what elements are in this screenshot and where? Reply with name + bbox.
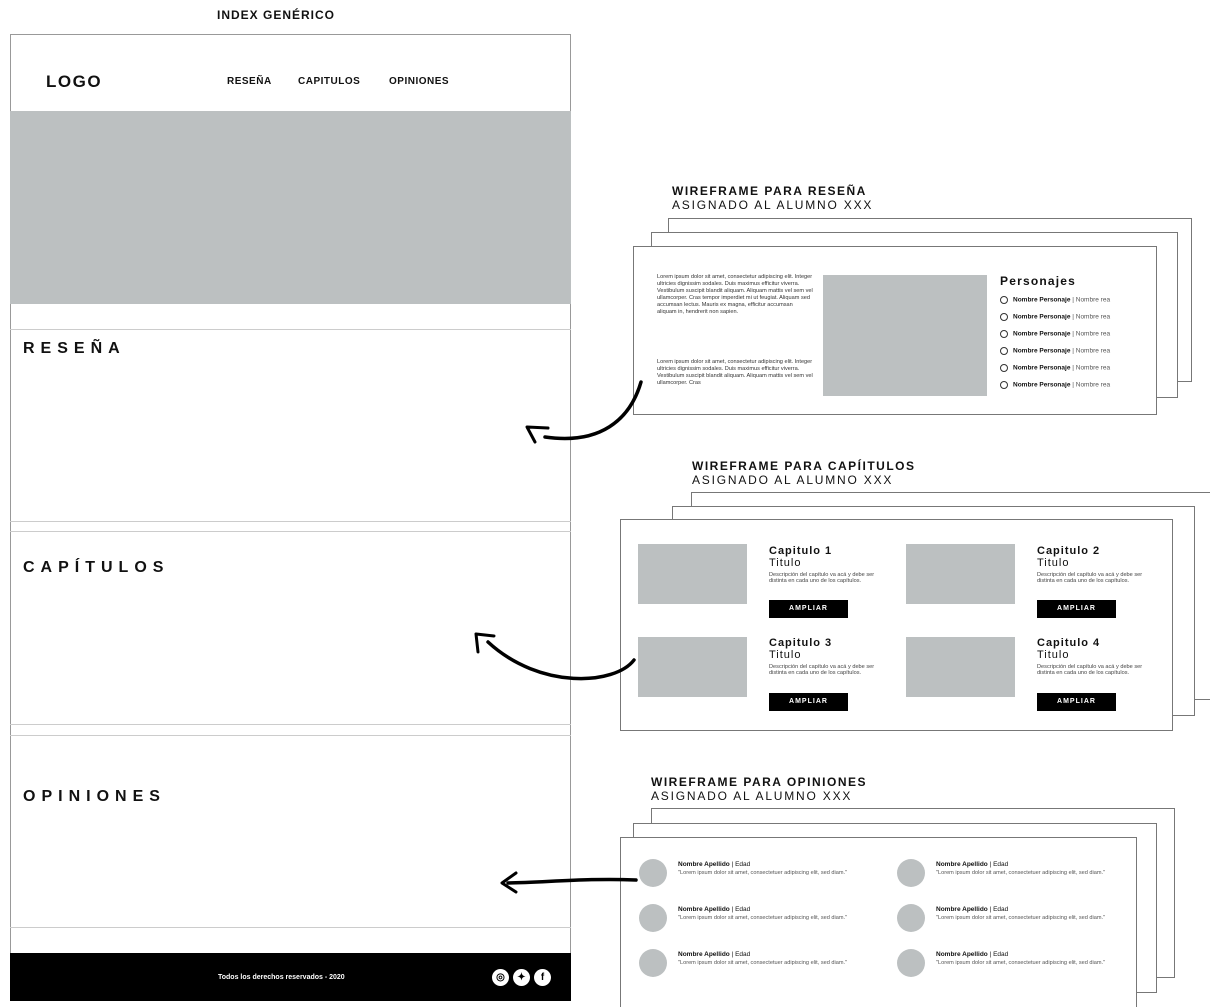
arrowhead-resena [525, 425, 550, 444]
connector-arrows [474, 380, 643, 894]
arrow-capitulos [486, 640, 636, 681]
arrow-opiniones [506, 877, 638, 885]
arrow-resena [543, 380, 643, 441]
